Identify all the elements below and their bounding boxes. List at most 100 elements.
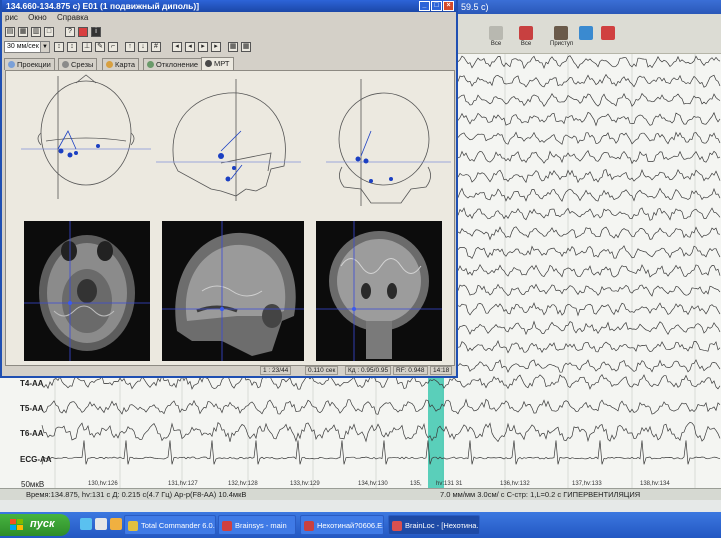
time-mark: 135, [410, 481, 422, 487]
chevron-down-icon[interactable]: ▼ [40, 42, 49, 52]
info-button[interactable] [597, 26, 619, 50]
menu-item-draw[interactable]: рис [5, 13, 18, 22]
time-mark: 131,hv:127 [168, 481, 198, 487]
mri-axial-slice[interactable] [24, 221, 150, 361]
layout-icon[interactable]: ▦ [18, 27, 28, 37]
dipole-marker [355, 156, 361, 162]
grid-view-icon[interactable]: ▦ [228, 42, 238, 52]
montage-all-button[interactable]: Все [485, 26, 507, 50]
grid-icon[interactable]: # [151, 42, 161, 52]
toolbar-button-label: Все [520, 41, 532, 47]
eeg-channel-trace [457, 187, 721, 202]
sort-down-icon[interactable]: ↓ [138, 42, 148, 52]
dipole-marker [363, 158, 369, 164]
start-button[interactable]: пуск [0, 514, 70, 536]
taskbar: пуск Total Commander 6.0... Brainsys - m… [0, 512, 721, 538]
menu-item-help[interactable]: Справка [57, 13, 88, 22]
layout-icon[interactable]: ▥ [31, 27, 41, 37]
speed-value: 30 мм/сек [7, 43, 39, 50]
tab-slices[interactable]: Срезы [58, 58, 98, 70]
eeg-channel-trace [457, 207, 721, 221]
mri-sagittal-slice[interactable] [162, 221, 304, 361]
minimize-button[interactable]: _ [419, 1, 430, 11]
eeg-channel-trace [457, 168, 721, 184]
rf-value: RF: 0.948 [393, 366, 428, 375]
next-icon[interactable]: ▸ [198, 42, 208, 52]
speed-select[interactable]: 30 мм/сек ▼ [4, 41, 50, 53]
grid-view-icon[interactable]: ▦ [241, 42, 251, 52]
window-icon[interactable]: □ [44, 27, 54, 37]
eeg-trace-t5 [41, 398, 721, 415]
settings-icon[interactable] [78, 27, 88, 37]
maximize-button[interactable]: □ [431, 1, 442, 11]
prev-icon[interactable]: ◂ [185, 42, 195, 52]
tab-deviation[interactable]: Отклонение [143, 58, 203, 70]
sort-up-icon[interactable]: ↑ [125, 42, 135, 52]
windows-logo-icon [10, 519, 23, 530]
last-icon[interactable]: ▸ [211, 42, 221, 52]
quicklaunch-icon[interactable] [95, 518, 107, 530]
dipole-window: 134.660-134.875 с) E01 (1 подвижный дипо… [0, 0, 458, 378]
eeg-channel-trace [457, 283, 721, 297]
zoom-out-icon[interactable]: ↕ [67, 42, 77, 52]
deviation-icon [147, 61, 154, 68]
dipole-window-title-bar[interactable]: 134.660-134.875 с) E01 (1 подвижный дипо… [2, 0, 456, 12]
projections-icon [8, 61, 15, 68]
photo-icon [579, 26, 593, 40]
task-brainloc[interactable]: BrainLoc - [Нехотина... [388, 515, 480, 535]
time-mark: 137,hv:133 [572, 481, 602, 487]
dipole-marker [74, 151, 78, 155]
dipole-marker [225, 176, 231, 182]
mri-icon [205, 60, 212, 67]
eeg-window-title-bar[interactable]: 59.5 с) [455, 0, 721, 14]
menu-item-window[interactable]: Окно [28, 13, 47, 22]
seizure-button[interactable]: Приступ [550, 26, 574, 50]
eeg-toolbar: Все Все Приступ [455, 14, 721, 54]
mri-coronal-slice[interactable] [316, 221, 442, 361]
eeg-channel-trace [457, 226, 721, 241]
task-label: Total Commander 6.0... [141, 521, 216, 530]
coronal-projection [326, 79, 451, 206]
scale-icon[interactable]: ⊥ [82, 42, 92, 52]
time-mark: 138,hv:134 [640, 481, 670, 487]
tab-map[interactable]: Карта [102, 58, 140, 70]
zoom-in-icon[interactable]: ↕ [54, 42, 64, 52]
toolbar-top: ▤ ▦ ▥ □ ? i [2, 25, 456, 39]
time-mark: 133,hv:129 [290, 481, 320, 487]
toolbar-button-label: Приступ [550, 41, 574, 47]
montage-all-button-2[interactable]: Все [515, 26, 537, 50]
seizure-icon [554, 26, 568, 40]
eeg-channel-trace [457, 340, 721, 354]
dipole-marker [96, 144, 100, 148]
eeg-channel-trace [457, 131, 721, 145]
time-value: 0.110 сек [305, 366, 339, 375]
measure-icon[interactable]: ⌐ [108, 42, 118, 52]
axial-projection [21, 74, 151, 199]
photo-button[interactable] [575, 26, 597, 50]
quicklaunch-icon[interactable] [80, 518, 92, 530]
close-button[interactable]: × [443, 1, 454, 11]
filter-icon[interactable]: ? [65, 27, 75, 37]
recording-icon [304, 521, 314, 531]
dipole-marker [369, 179, 373, 183]
info-icon[interactable]: i [91, 27, 101, 37]
task-total-commander[interactable]: Total Commander 6.0... [124, 515, 216, 535]
menu-bar: рис Окно Справка [2, 12, 456, 24]
time-mark: 136,hv:132 [500, 481, 530, 487]
dipole-marker [218, 153, 224, 159]
edit-icon[interactable]: ✎ [95, 42, 105, 52]
quicklaunch-icon[interactable] [110, 518, 122, 530]
eeg-channel-trace [457, 263, 721, 278]
tab-projections[interactable]: Проекции [4, 58, 55, 70]
tab-label: Карта [115, 60, 136, 69]
task-recording[interactable]: Нехотинай?0606.E... [300, 515, 384, 535]
brainloc-icon [392, 521, 402, 531]
montage-icon [519, 26, 533, 40]
layout-icon[interactable]: ▤ [5, 27, 15, 37]
slices-icon [62, 61, 69, 68]
tab-label: Проекции [17, 60, 51, 69]
task-brainsys[interactable]: Brainsys - main [218, 515, 296, 535]
tab-mri[interactable]: МРТ [201, 57, 234, 70]
mri-axial-image [24, 221, 150, 361]
first-icon[interactable]: ◂ [172, 42, 182, 52]
